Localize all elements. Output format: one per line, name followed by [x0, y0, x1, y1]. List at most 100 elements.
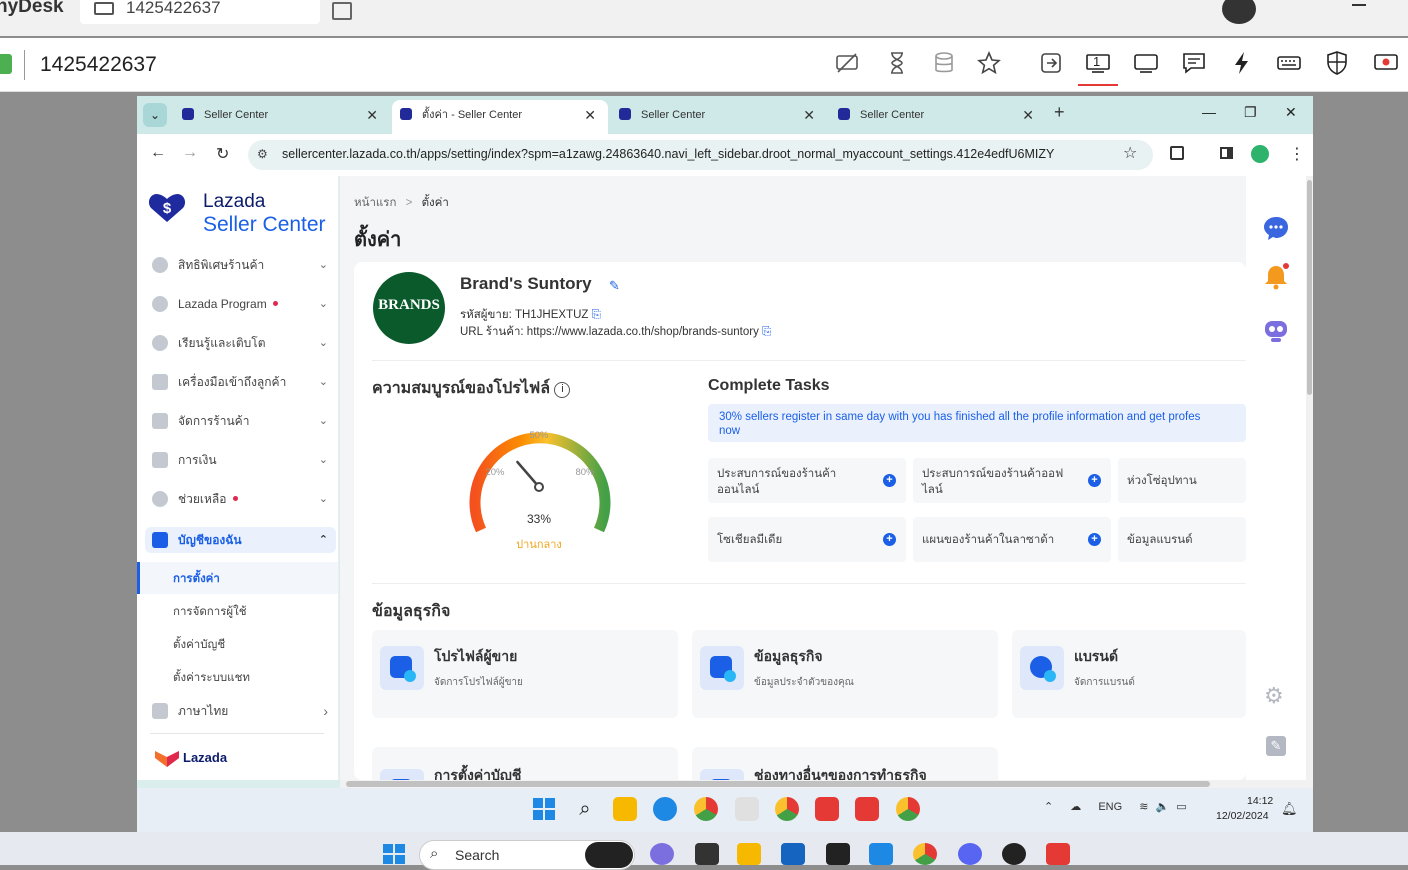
reload-icon[interactable]: ↻: [216, 144, 229, 164]
window-minimize-icon[interactable]: —: [1202, 104, 1216, 120]
windows-start-icon[interactable]: [382, 843, 406, 865]
task-supply-chain[interactable]: ห่วงโซ่อุปทาน: [1118, 458, 1246, 503]
site-info-icon[interactable]: ⚙: [257, 147, 268, 161]
edge-icon[interactable]: [653, 797, 677, 821]
close-tab-icon[interactable]: ✕: [1022, 100, 1034, 130]
language-indicator[interactable]: ENG: [1098, 801, 1122, 813]
task-social-media[interactable]: โซเชียลมีเดีย +: [708, 517, 906, 562]
task-brand-info[interactable]: ข้อมูลแบรนด์: [1118, 517, 1246, 562]
search-icon[interactable]: ⌕: [573, 797, 597, 821]
copilot-icon[interactable]: [585, 842, 633, 868]
chrome-profile-icon[interactable]: [775, 797, 799, 821]
windows-start-icon[interactable]: [532, 797, 556, 821]
cloud-icon[interactable]: ☁: [1070, 801, 1081, 813]
settings-gear-icon[interactable]: ⚙: [1264, 683, 1284, 709]
chrome-icon[interactable]: [913, 843, 937, 865]
profile-avatar-icon[interactable]: [1251, 145, 1269, 163]
card-brand[interactable]: แบรนด์ จัดการแบรนด์: [1012, 630, 1246, 718]
sidebar-subitem-settings[interactable]: การตั้งค่า: [173, 570, 220, 588]
sidebar-subitem-user-management[interactable]: การจัดการผู้ใช้: [173, 603, 247, 621]
notification-bell-icon[interactable]: [1262, 263, 1290, 291]
browser-tab-settings[interactable]: ตั้งค่า - Seller Center ✕: [400, 100, 596, 130]
bookmark-star-icon[interactable]: ☆: [1123, 143, 1137, 163]
volume-mute-icon[interactable]: 🔈: [1156, 801, 1170, 813]
close-tab-icon[interactable]: ✕: [366, 100, 378, 130]
close-tab-icon[interactable]: ✕: [803, 100, 815, 130]
file-explorer-icon[interactable]: [613, 797, 637, 821]
feedback-edit-icon[interactable]: ✎: [1266, 736, 1286, 756]
minimize-icon[interactable]: [1352, 4, 1366, 6]
copy-icon[interactable]: ⎘: [762, 326, 771, 338]
wifi-icon[interactable]: ≋: [1139, 801, 1148, 813]
chevron-up-icon[interactable]: ⌃: [1044, 801, 1053, 813]
chrome-icon[interactable]: [694, 797, 718, 821]
clock-time[interactable]: 14:12: [1247, 795, 1273, 807]
battery-icon[interactable]: ▭: [1176, 801, 1186, 813]
back-icon[interactable]: ←: [150, 144, 166, 162]
anydesk-app-icon[interactable]: [1046, 843, 1070, 865]
browser-tab[interactable]: Seller Center ✕: [838, 100, 1034, 130]
card-account-settings[interactable]: การตั้งค่าบัญชี: [372, 747, 678, 780]
close-tab-icon[interactable]: ✕: [584, 100, 596, 130]
edit-pencil-icon[interactable]: ✎: [609, 278, 620, 294]
add-icon[interactable]: +: [883, 533, 896, 546]
discord-icon[interactable]: [958, 843, 982, 865]
breadcrumb-home[interactable]: หน้าแรก: [354, 197, 396, 209]
snipping-tool-icon[interactable]: [735, 797, 759, 821]
record-icon[interactable]: [1371, 50, 1401, 80]
sidebar-item-privileges[interactable]: สิทธิพิเศษร้านค้า ⌄: [152, 252, 334, 278]
vertical-scroll-thumb[interactable]: [1307, 180, 1312, 395]
add-icon[interactable]: +: [1088, 533, 1101, 546]
sidebar-item-customer-tools[interactable]: เครื่องมือเข้าถึงลูกค้า ⌄: [152, 369, 334, 395]
window-restore-icon[interactable]: ❐: [1244, 104, 1257, 121]
database-icon[interactable]: [929, 50, 959, 80]
side-panel-icon[interactable]: [1220, 147, 1233, 159]
new-tab-button[interactable]: +: [1054, 102, 1065, 123]
info-icon[interactable]: i: [554, 382, 571, 398]
browser-tab[interactable]: Seller Center ✕: [619, 100, 815, 130]
sticky-app-icon[interactable]: [826, 843, 850, 865]
star-icon[interactable]: [974, 50, 1004, 80]
extensions-icon[interactable]: [1170, 146, 1184, 160]
sidebar-item-lazada-program[interactable]: Lazada Program ⌄: [152, 291, 334, 317]
language-selector[interactable]: ภาษาไทย ›: [152, 698, 334, 724]
chrome-profile-icon[interactable]: [896, 797, 920, 821]
horizontal-scroll-thumb[interactable]: [346, 781, 1210, 787]
anydesk-session-tab[interactable]: 1425422637: [80, 0, 320, 24]
forward-icon[interactable]: →: [182, 144, 198, 162]
sidebar-item-finance[interactable]: การเงิน ⌄: [152, 447, 334, 473]
card-other-channels[interactable]: ช่องทางอื่นๆของการทำธุรกิจ: [692, 747, 998, 780]
add-icon[interactable]: +: [1088, 474, 1101, 487]
sidebar-item-store-management[interactable]: จัดการร้านค้า ⌄: [152, 408, 334, 434]
task-view-icon[interactable]: [695, 843, 719, 865]
sidebar-item-learn[interactable]: เรียนรู้และเติบโต ⌄: [152, 330, 334, 356]
privacy-icon[interactable]: [832, 50, 862, 80]
media-player-icon[interactable]: [1002, 843, 1026, 865]
anydesk-app-icon[interactable]: [855, 797, 879, 821]
new-session-icon[interactable]: [332, 2, 352, 20]
notification-center-icon[interactable]: 🔔︎: [1281, 801, 1298, 817]
sidebar-subitem-chat-settings[interactable]: ตั้งค่าระบบแชท: [173, 669, 250, 687]
store-icon[interactable]: [781, 843, 805, 865]
add-icon[interactable]: +: [883, 474, 896, 487]
task-store-plan[interactable]: แผนของร้านค้าในลาซาด้า +: [913, 517, 1111, 562]
task-online-experience[interactable]: ประสบการณ์ของร้านค้าออนไลน์ +: [708, 458, 906, 503]
snipping-tool-icon[interactable]: [869, 843, 893, 865]
chat-icon[interactable]: [1179, 50, 1209, 80]
window-close-icon[interactable]: ✕: [1285, 104, 1297, 121]
hourglass-icon[interactable]: [882, 50, 912, 80]
browser-menu-icon[interactable]: ⋮: [1289, 144, 1305, 164]
display-icon[interactable]: [1131, 50, 1161, 80]
shield-icon[interactable]: [1322, 50, 1352, 80]
task-offline-experience[interactable]: ประสบการณ์ของร้านค้าออฟไลน์ +: [913, 458, 1111, 503]
sidebar-item-help[interactable]: ช่วยเหลือ ⌄: [152, 486, 334, 512]
copy-icon[interactable]: ⎘: [592, 309, 601, 321]
clock-date[interactable]: 12/02/2024: [1216, 810, 1269, 822]
browser-tab[interactable]: Seller Center ✕: [182, 100, 378, 130]
assistant-robot-icon[interactable]: [1261, 314, 1291, 344]
widgets-icon[interactable]: [650, 843, 674, 865]
lightning-icon[interactable]: [1227, 50, 1257, 80]
card-business-info[interactable]: ข้อมูลธุรกิจ ข้อมูลประจำตัวของคุณ: [692, 630, 998, 718]
keyboard-icon[interactable]: [1274, 50, 1304, 80]
anydesk-app-icon[interactable]: [815, 797, 839, 821]
